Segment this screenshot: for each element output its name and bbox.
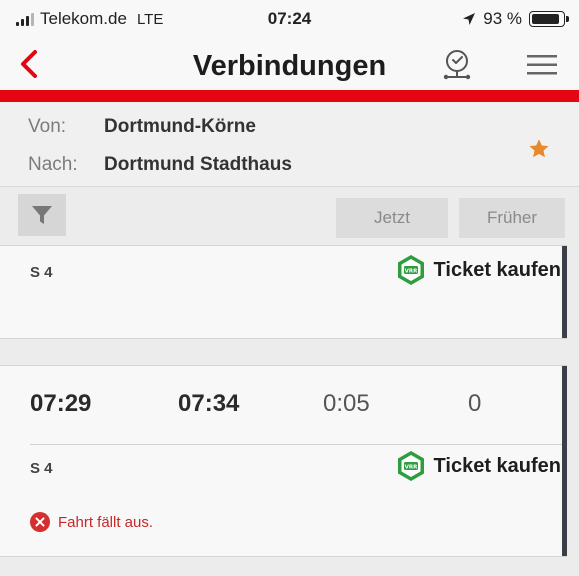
card-edge-handle [562,246,567,338]
card-edge-handle [562,366,567,556]
duration: 0:05 [323,390,370,417]
departure-time: 07:29 [30,390,92,417]
earlier-button[interactable]: Früher [459,198,565,238]
from-value: Dortmund-Körne [104,116,256,137]
from-label: Von: [28,116,67,137]
changes-count: 0 [468,390,482,417]
card-divider [30,444,563,445]
from-row[interactable]: Von: Dortmund-Körne [28,116,256,138]
buy-ticket-button[interactable]: VRR Ticket kaufen [396,254,561,286]
error-circle-icon [30,512,50,532]
cancellation-text: Fahrt fällt aus. [58,513,154,531]
status-bar-right: 93 % [462,9,569,29]
to-value: Dortmund Stadthaus [104,154,292,175]
buy-ticket-label: Ticket kaufen [433,258,561,281]
hamburger-menu-icon[interactable] [524,52,560,78]
buy-ticket-button[interactable]: VRR Ticket kaufen [396,450,561,482]
star-icon[interactable] [528,138,550,160]
to-label: Nach: [28,154,78,175]
page-title: Verbindungen [192,50,387,82]
battery-icon [529,11,569,27]
clock-icon[interactable] [438,47,476,83]
toolbar: Jetzt Früher [0,187,579,245]
connection-card[interactable]: 07:29 07:34 0:05 0 S 4 VRR Ticket kaufen… [0,365,567,557]
battery-percent: 93 % [483,9,522,28]
to-row[interactable]: Nach: Dortmund Stadthaus [28,154,292,176]
filter-button[interactable] [18,194,66,236]
connection-times: 07:29 07:34 0:05 0 [0,390,567,430]
line-name: S 4 [30,460,53,477]
accent-bar [0,90,579,102]
svg-text:VRR: VRR [404,268,417,274]
battery-fill [532,14,559,24]
filter-icon [32,206,52,224]
connection-card[interactable]: S 4 VRR Ticket kaufen [0,245,567,339]
nav-bar: Verbindungen [0,38,579,90]
route-section: Von: Dortmund-Körne Nach: Dortmund Stadt… [0,102,579,187]
svg-text:VRR: VRR [404,464,417,470]
status-bar: Telekom.de LTE 07:24 93 % [0,0,579,38]
buy-ticket-label: Ticket kaufen [433,454,561,477]
arrival-time: 07:34 [178,390,240,417]
cancellation-notice: Fahrt fällt aus. [30,512,153,532]
vrr-ticket-icon: VRR [397,255,424,285]
location-arrow-icon [463,13,476,25]
now-button[interactable]: Jetzt [336,198,448,238]
line-name: S 4 [30,264,53,281]
vrr-ticket-icon: VRR [397,451,424,481]
